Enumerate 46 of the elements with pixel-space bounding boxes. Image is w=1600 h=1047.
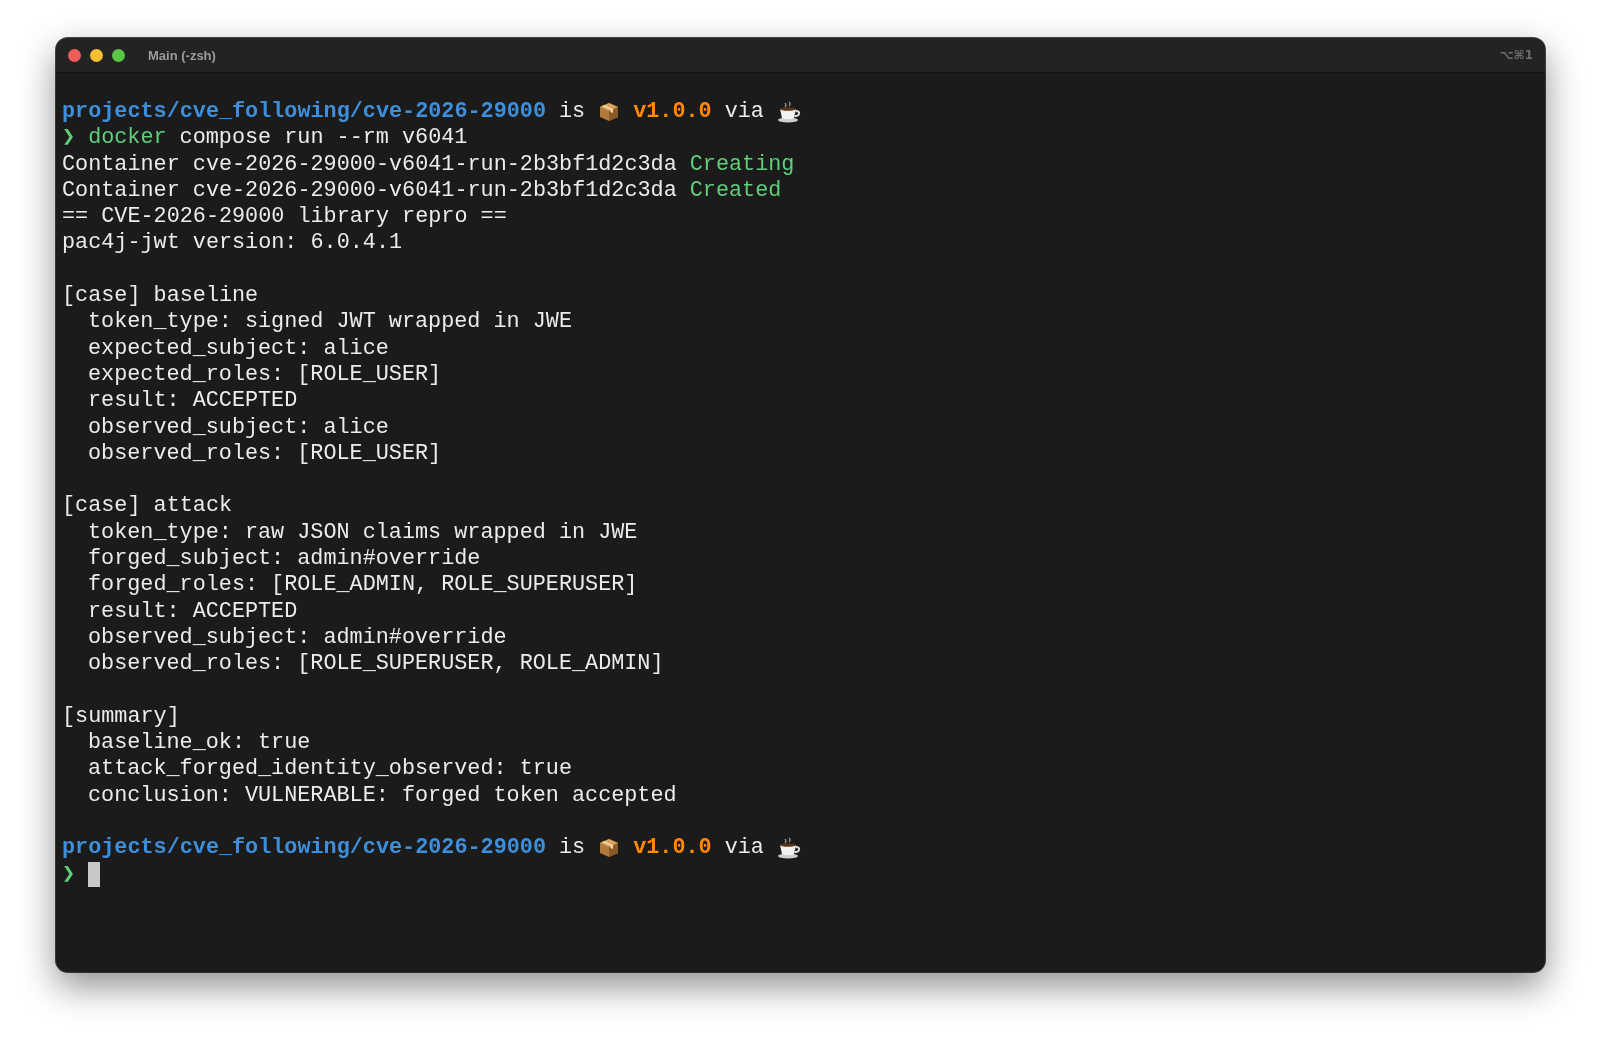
close-button[interactable]	[68, 48, 81, 62]
terminal-text: compose run --rm v6041	[179, 125, 468, 152]
prompt-symbol: ❯	[62, 861, 76, 888]
terminal-text: observed_roles: [ROLE_USER]	[88, 440, 442, 468]
package-icon	[598, 101, 621, 124]
terminal-text: Container cve-2026-29000-v6041-run-2b3bf1d2c3da	[62, 177, 677, 205]
terminal-text: conclusion: VULNERABLE: forged token accepted	[88, 782, 677, 809]
terminal-text: expected_roles: [ROLE_USER]	[88, 361, 442, 389]
terminal-text: observed_subject: admin#override	[88, 624, 507, 652]
terminal-text: observed_roles: [ROLE_SUPERUSER, ROLE_ADMIN]	[88, 651, 664, 678]
terminal-text: via	[724, 835, 764, 862]
terminal-text: result: ACCEPTED	[88, 388, 298, 415]
terminal-text: forged_roles: [ROLE_ADMIN, ROLE_SUPERUSER]	[88, 572, 638, 599]
terminal-text: Container cve-2026-29000-v6041-run-2b3bf1d2c3da	[62, 151, 677, 178]
shortcut-text: ⌥⌘1	[1499, 48, 1533, 62]
path-text: projects/cve_following/cve-2026-29000	[62, 835, 546, 862]
terminal-text: attack_forged_identity_observed: true	[88, 756, 572, 783]
terminal-text: [case] baseline	[62, 283, 259, 310]
package-icon	[598, 837, 621, 860]
coffee-cup-icon	[776, 101, 801, 124]
terminal-text: result: ACCEPTED	[88, 598, 298, 625]
text-cursor	[88, 862, 101, 888]
terminal-text: observed_subject: alice	[88, 414, 389, 441]
terminal-text: forged_subject: admin#override	[88, 546, 481, 573]
terminal-text: pac4j-jwt version: 6.0.4.1	[62, 230, 403, 257]
zoom-button[interactable]	[112, 48, 125, 62]
prompt-symbol: ❯	[62, 125, 76, 152]
window-title: Main (-zsh)	[148, 47, 216, 63]
terminal-text: [case] attack	[62, 493, 233, 520]
terminal-text: expected_subject: alice	[88, 335, 389, 362]
path-text: projects/cve_following/cve-2026-29000	[62, 99, 546, 126]
terminal-text: via	[724, 99, 764, 126]
terminal-text: baseline_ok: true	[88, 730, 311, 757]
terminal-text: token_type: signed JWT wrapped in JWE	[88, 309, 572, 336]
terminal-text: is	[559, 99, 586, 126]
terminal-text: is	[559, 835, 586, 862]
terminal-text: [summary]	[62, 703, 180, 731]
status-text: Creating	[689, 151, 795, 178]
minimize-button[interactable]	[90, 48, 103, 62]
terminal-text: == CVE-2026-29000 library repro ==	[62, 204, 507, 231]
status-text: Created	[689, 177, 782, 205]
coffee-cup-icon	[776, 837, 801, 860]
version-text: v1.0.0	[633, 835, 712, 862]
version-text: v1.0.0	[633, 99, 712, 126]
terminal-text: token_type: raw JSON claims wrapped in JWE	[88, 519, 638, 547]
command-name: docker	[88, 125, 167, 152]
